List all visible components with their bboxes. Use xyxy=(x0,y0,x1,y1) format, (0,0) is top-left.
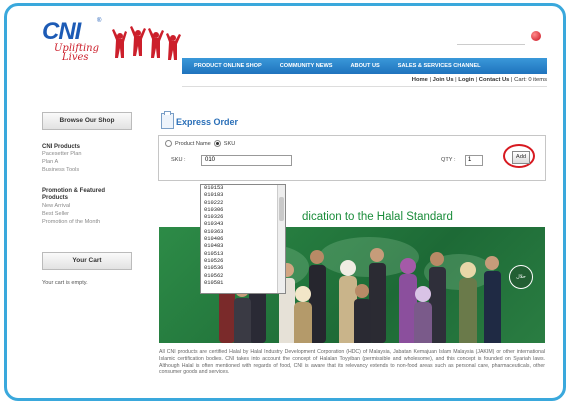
sku-option[interactable]: 010183 xyxy=(201,192,285,199)
radio-product-name[interactable] xyxy=(165,140,172,147)
search-input[interactable] xyxy=(457,34,525,45)
sidebar: Browse Our Shop CNI Products Pacesetter … xyxy=(42,112,134,286)
sku-option[interactable]: 010562 xyxy=(201,273,285,280)
radio-product-name-label[interactable]: Product Name xyxy=(175,141,211,147)
nav-sales-services-channel[interactable]: SALES & SERVICES CHANNEL xyxy=(389,63,490,69)
sku-option[interactable]: 010363 xyxy=(201,229,285,236)
qty-label: QTY : xyxy=(441,157,456,163)
sku-option[interactable]: 010406 xyxy=(201,236,285,243)
utility-links: Home | Join Us | Login | Contact Us | Ca… xyxy=(182,74,547,87)
sidebar-item-promotion-of-month[interactable]: Promotion of the Month xyxy=(42,218,134,226)
cart-empty-text: Your cart is empty. xyxy=(42,280,88,286)
registered-mark-icon: ® xyxy=(97,18,102,24)
page-content: CNI ® Uplifting Lives PRODUCT ONLINE SHO… xyxy=(37,12,557,398)
sku-option[interactable]: 010326 xyxy=(201,214,285,221)
promotion-heading-line2: Products xyxy=(42,195,69,201)
your-cart-button[interactable]: Your Cart xyxy=(42,252,132,270)
nav-community-news[interactable]: COMMUNITY NEWS xyxy=(271,63,342,69)
browser-frame: CNI ® Uplifting Lives PRODUCT ONLINE SHO… xyxy=(4,3,566,401)
nav-product-online-shop[interactable]: PRODUCT ONLINE SHOP xyxy=(182,63,271,69)
express-order-form: Product Name SKU SKU : 010 QTY : 1 Add xyxy=(158,135,546,181)
sku-autocomplete-list[interactable]: 010153 010183 010222 010306 010326 01034… xyxy=(200,184,286,294)
join-us-link[interactable]: Join Us xyxy=(433,77,454,83)
dropdown-scrollbar[interactable] xyxy=(277,185,285,293)
add-button[interactable]: Add xyxy=(512,151,530,164)
promotion-heading[interactable]: Promotion & Featured Products xyxy=(42,188,134,202)
radio-sku[interactable] xyxy=(213,140,221,147)
sku-label: SKU : xyxy=(171,157,186,163)
sku-option[interactable]: 010222 xyxy=(201,200,285,207)
sidebar-item-best-seller[interactable]: Best Seller xyxy=(42,210,134,218)
cart-link[interactable]: Cart: 0 items xyxy=(514,77,547,83)
sku-option[interactable]: 010306 xyxy=(201,207,285,214)
sku-input[interactable]: 010 xyxy=(201,155,292,166)
sidebar-item-pacesetter-plan[interactable]: Pacesetter Plan xyxy=(42,150,134,158)
radio-sku-label[interactable]: SKU xyxy=(224,141,236,147)
sku-option[interactable]: 010513 xyxy=(201,251,285,258)
sku-option[interactable]: 010153 xyxy=(201,185,285,192)
home-link[interactable]: Home xyxy=(412,77,428,83)
contact-us-link[interactable]: Contact Us xyxy=(479,77,510,83)
main-nav: PRODUCT ONLINE SHOP COMMUNITY NEWS ABOUT… xyxy=(182,58,547,74)
cni-logo[interactable]: CNI ® Uplifting Lives xyxy=(42,18,192,68)
search-type-radios: Product Name SKU xyxy=(165,140,235,147)
sku-option[interactable]: 010483 xyxy=(201,243,285,250)
express-order-title: Express Order xyxy=(176,117,239,127)
nav-about-us[interactable]: ABOUT US xyxy=(342,63,389,69)
sku-option[interactable]: 010343 xyxy=(201,221,285,228)
sidebar-item-business-tools[interactable]: Business Tools xyxy=(42,166,134,174)
people-silhouette-icon xyxy=(112,26,181,60)
logo-tagline: Uplifting Lives xyxy=(54,44,99,63)
sku-option[interactable]: 010581 xyxy=(201,280,285,287)
halal-heading: dication to the Halal Standard xyxy=(302,211,453,223)
logo-wordmark: CNI xyxy=(42,18,81,45)
search-button[interactable] xyxy=(531,31,541,41)
clipboard-icon xyxy=(161,111,174,129)
sidebar-item-plan-a[interactable]: Plan A xyxy=(42,158,134,166)
halal-certification-logo: حلال xyxy=(509,265,533,289)
promotion-heading-line1: Promotion & Featured xyxy=(42,188,106,194)
sku-option[interactable]: 010526 xyxy=(201,258,285,265)
qty-input[interactable]: 1 xyxy=(465,155,483,166)
halal-description: All CNI products are certified Halal by … xyxy=(159,349,545,376)
browse-our-shop-button[interactable]: Browse Our Shop xyxy=(42,112,132,130)
logo-tagline-line2: Lives xyxy=(62,52,89,63)
scrollbar-thumb[interactable] xyxy=(279,197,284,221)
login-link[interactable]: Login xyxy=(458,77,474,83)
sku-option[interactable]: 010536 xyxy=(201,265,285,272)
sidebar-item-new-arrival[interactable]: New Arrival xyxy=(42,202,134,210)
